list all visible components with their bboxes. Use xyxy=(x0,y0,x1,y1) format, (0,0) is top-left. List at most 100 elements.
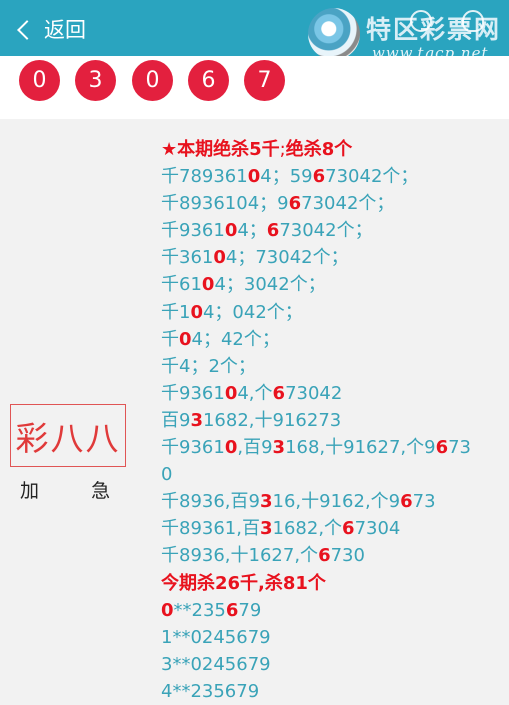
line-text: 73 xyxy=(448,437,472,459)
line-text: 4；73042个； xyxy=(225,247,349,269)
prediction-line: 千4；2个； xyxy=(161,353,501,380)
line-text: 4；9 xyxy=(247,193,289,215)
result-ball: 3 xyxy=(75,60,116,101)
highlight-digit: 6 xyxy=(225,599,239,621)
search-icon[interactable] xyxy=(410,10,432,32)
line-text: 千89361,百 xyxy=(161,518,260,540)
highlight-digit: 6 xyxy=(272,382,286,404)
line-text: ,百9 xyxy=(237,437,273,459)
prediction-line: 千8936,十1627,个6730 xyxy=(161,542,501,569)
prediction-line: 千8936,百9316,十9162,个9673 xyxy=(161,488,501,515)
line-text: 73042个； xyxy=(279,220,373,242)
line-text: 千8936,十1627,个 xyxy=(161,545,319,567)
result-ball: 0 xyxy=(19,60,60,101)
line-text: 绝杀8个 xyxy=(285,139,353,160)
line-text: 73042个； xyxy=(301,193,395,215)
result-ball: 7 xyxy=(244,60,285,101)
highlight-digit: 3 xyxy=(272,437,286,459)
line-text: 73042个； xyxy=(325,166,419,188)
line-text: 0 xyxy=(161,464,173,486)
highlight-digit: 6 xyxy=(266,220,280,242)
logo-swirl-icon xyxy=(308,8,360,60)
line-text: 千9361 xyxy=(161,220,225,242)
prediction-content: ★本期绝杀5千;绝杀8个 千78936104；59673042个； 千8936104… xyxy=(161,136,501,705)
user-icon[interactable] xyxy=(462,10,484,32)
prediction-line: 千36104；73042个； xyxy=(161,244,501,271)
line-text: 4,个 xyxy=(237,382,273,404)
result-ball: 6 xyxy=(188,60,229,101)
prediction-line: 千104；042个； xyxy=(161,299,501,326)
caption-right: 急 xyxy=(91,480,111,502)
prediction-line: 百931682,十916273 xyxy=(161,407,501,434)
prediction-line: 千936104；673042个； xyxy=(161,217,501,244)
prediction-line: 0**235679 xyxy=(161,597,501,624)
prediction-line: 4**235679 xyxy=(161,678,501,705)
line-text: 1682,十916273 xyxy=(202,409,342,431)
line-text: 千893610 xyxy=(161,193,248,215)
author-stamp: 彩八八 xyxy=(10,404,126,467)
line-text: 4； xyxy=(237,220,267,242)
app-header: 返回 特区彩票网 www.tqcp.net xyxy=(0,0,509,62)
chevron-left-icon xyxy=(17,20,37,40)
highlight-digit: 3 xyxy=(190,409,203,431)
line-text: 3**0245679 xyxy=(161,653,271,675)
line-text: 16,十9162,个9 xyxy=(272,491,401,513)
highlight-digit: 0 xyxy=(190,301,203,323)
line-text: **235 xyxy=(173,599,226,621)
section-title: 今期杀26千,杀81个 xyxy=(161,570,501,597)
highlight-digit: 0 xyxy=(224,437,238,459)
caption-left: 加 xyxy=(20,480,40,502)
highlight-digit: 0 xyxy=(224,220,238,242)
highlight-digit: 0 xyxy=(224,382,238,404)
line-text: 千1 xyxy=(161,301,191,323)
section-title: ★本期绝杀5千;绝杀8个 xyxy=(161,136,501,163)
line-text: 1**0245679 xyxy=(161,626,271,648)
prediction-line: 千6104；3042个； xyxy=(161,271,501,298)
highlight-digit: 6 xyxy=(288,193,302,215)
line-text: 千8936,百9 xyxy=(161,491,260,513)
line-text: 7304 xyxy=(354,518,401,540)
prediction-line: 3**0245679 xyxy=(161,651,501,678)
line-text: 今期杀26千,杀81个 xyxy=(161,572,326,594)
line-text: 168,十91627,个9 xyxy=(285,437,436,459)
line-text: 千9361 xyxy=(161,382,225,404)
highlight-digit: 6 xyxy=(435,437,449,459)
line-text: 1682,个 xyxy=(272,518,343,540)
prediction-line: 千78936104；59673042个； xyxy=(161,163,501,190)
line-text: 73 xyxy=(412,491,436,513)
line-text: 千4；2个； xyxy=(161,355,256,377)
result-ball: 0 xyxy=(132,60,173,101)
line-text: 千61 xyxy=(161,274,202,296)
line-text: 4；042个； xyxy=(202,301,303,323)
highlight-digit: 3 xyxy=(259,491,273,513)
back-label: 返回 xyxy=(44,18,86,42)
back-button[interactable]: 返回 xyxy=(17,14,86,44)
line-text: 4；42个； xyxy=(191,328,280,350)
highlight-digit: 0 xyxy=(179,328,192,350)
highlight-digit: 6 xyxy=(312,166,326,188)
prediction-line: 1**0245679 xyxy=(161,624,501,651)
highlight-digit: 0 xyxy=(201,274,215,296)
line-text: 4；59 xyxy=(260,166,313,188)
prediction-line: 千93610,百93168,十91627,个9673 xyxy=(161,434,501,461)
line-text: 千 xyxy=(161,328,179,350)
line-text: 4**235679 xyxy=(161,680,260,702)
line-text: 4；3042个； xyxy=(214,274,326,296)
line-text: 千9361 xyxy=(161,437,225,459)
highlight-digit: 3 xyxy=(259,518,273,540)
highlight-digit: 6 xyxy=(400,491,413,513)
line-text: 73042 xyxy=(285,382,343,404)
prediction-line: 千04；42个； xyxy=(161,326,501,353)
line-text: 730 xyxy=(330,545,365,567)
line-text: ★本期绝杀5千 xyxy=(161,139,280,160)
line-text: 79 xyxy=(238,599,262,621)
prediction-line: 0 xyxy=(161,461,501,488)
author-caption: 加 急 xyxy=(20,476,110,503)
prediction-line: 千8936104；9673042个； xyxy=(161,190,501,217)
line-text: 百9 xyxy=(161,409,191,431)
highlight-digit: 6 xyxy=(342,518,355,540)
highlight-digit: 0 xyxy=(213,247,226,269)
prediction-line: 千936104,个673042 xyxy=(161,380,501,407)
highlight-digit: 0 xyxy=(247,166,261,188)
highlight-digit: 0 xyxy=(161,599,174,621)
